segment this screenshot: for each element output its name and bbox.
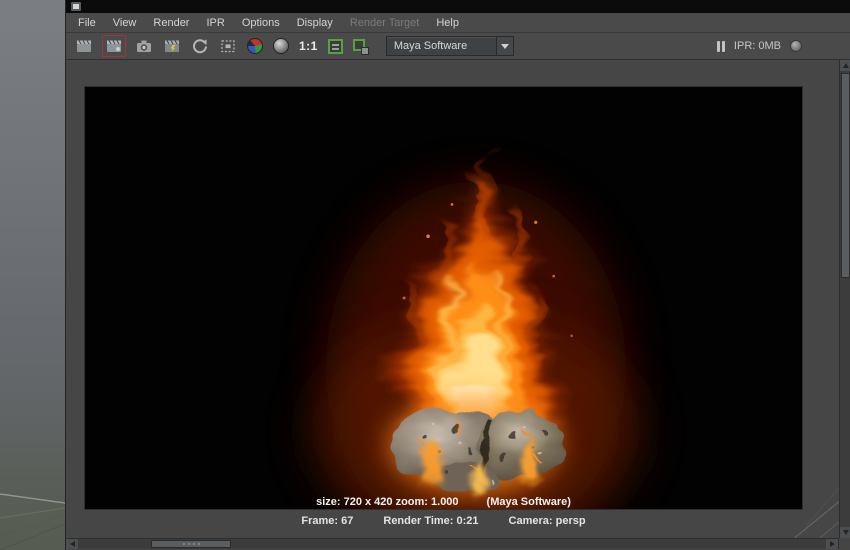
size-zoom-label: size: 720 x 420 zoom: 1.000 — [316, 496, 459, 508]
horizontal-scrollbar-thumb[interactable] — [151, 540, 231, 548]
render-size-status: size: 720 x 420 zoom: 1.000 (Maya Softwar… — [85, 496, 802, 508]
toolbar-right-group: IPR: 0MB — [716, 40, 802, 52]
arrow-right-icon — [829, 541, 835, 547]
render-view-window: File View Render IPR Options Display Ren… — [65, 0, 850, 550]
arrow-down-icon — [842, 530, 849, 535]
renderer-select-value: Maya Software — [393, 40, 468, 52]
render-image[interactable]: size: 720 x 420 zoom: 1.000 (Maya Softwar… — [84, 86, 803, 510]
renderer-select[interactable]: Maya Software — [385, 36, 514, 56]
menu-options[interactable]: Options — [242, 17, 280, 29]
arrow-up-icon — [842, 63, 849, 68]
scroll-right-button[interactable] — [826, 539, 838, 549]
scrollbar-corner — [839, 538, 850, 550]
scroll-left-button[interactable] — [66, 539, 78, 549]
window-icon — [71, 2, 81, 11]
renderer-name-label: (Maya Software) — [486, 496, 571, 508]
camera-label: Camera: persp — [508, 515, 586, 527]
frame-label: Frame: 67 — [301, 515, 354, 527]
render-region-icon[interactable] — [218, 35, 238, 57]
snapshot-icon[interactable] — [134, 35, 154, 57]
menu-render-target: Render Target — [349, 16, 420, 29]
refresh-render-icon[interactable] — [190, 35, 210, 57]
menu-view[interactable]: View — [113, 17, 137, 29]
window-titlebar[interactable] — [66, 0, 850, 13]
menu-help[interactable]: Help — [436, 17, 459, 29]
menubar: File View Render IPR Options Display Ren… — [66, 13, 850, 33]
one-to-one-icon[interactable]: 1:1 — [298, 35, 319, 57]
menu-file[interactable]: File — [78, 17, 96, 29]
ipr-render-icon[interactable] — [162, 35, 182, 57]
fire-render — [85, 87, 802, 509]
menu-render[interactable]: Render — [153, 17, 189, 29]
menu-ipr[interactable]: IPR — [206, 17, 224, 29]
arrow-left-icon — [69, 541, 75, 547]
horizontal-scrollbar[interactable] — [66, 538, 839, 549]
remove-image-icon[interactable] — [352, 35, 370, 57]
maya-viewport-edge[interactable] — [0, 0, 65, 550]
vertical-scrollbar-thumb[interactable] — [841, 73, 850, 278]
render-time-label: Render Time: 0:21 — [383, 515, 479, 527]
menu-display[interactable]: Display — [297, 17, 333, 29]
pause-ipr-icon[interactable] — [716, 40, 725, 52]
vertical-scrollbar[interactable] — [839, 60, 850, 538]
renderer-select-arrow[interactable] — [495, 37, 513, 55]
chevron-down-icon — [500, 43, 509, 53]
redo-previous-render-icon[interactable] — [102, 35, 126, 57]
viewport-grid-lines — [0, 493, 65, 550]
scroll-up-button[interactable] — [840, 60, 850, 71]
render-info-status: Frame: 67 Render Time: 0:21 Camera: persp — [84, 515, 803, 527]
ipr-memory-label: IPR: 0MB — [733, 40, 781, 52]
toolbar: 1:1 Maya Software IPR: 0MB — [66, 33, 850, 60]
keep-image-icon[interactable] — [327, 35, 344, 57]
render-current-frame-icon[interactable] — [74, 35, 94, 57]
scroll-down-button[interactable] — [840, 527, 850, 538]
alpha-channel-icon[interactable] — [272, 35, 290, 57]
ipr-memory-indicator-icon — [790, 40, 802, 52]
rgb-channels-icon[interactable] — [246, 35, 264, 57]
one-to-one-label: 1:1 — [299, 39, 318, 53]
screen: File View Render IPR Options Display Ren… — [0, 0, 850, 550]
